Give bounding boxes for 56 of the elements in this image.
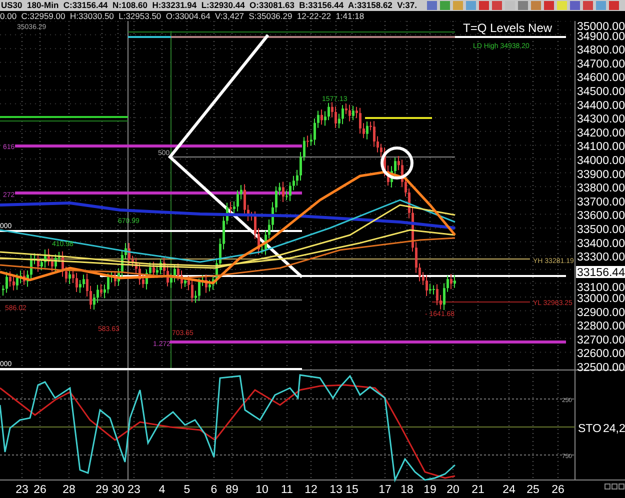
price-axis-label: 33000.00 [577, 293, 625, 305]
price-axis-label: 33600.00 [577, 210, 625, 222]
window-buttons-icon[interactable] [604, 484, 624, 490]
chart-title: T=Q Levels New [463, 21, 552, 35]
price-axis-label: 34800.00 [577, 44, 625, 57]
price-axis-label: 32600.00 [577, 348, 625, 360]
date-label: 24 [502, 484, 516, 496]
price-axis-label: 34600.00 [577, 72, 625, 84]
price-axis-label: 33800.00 [577, 182, 625, 195]
date-label: 13 [330, 484, 342, 496]
price-axis-label: 35000.00 [577, 21, 625, 33]
price-axis-label: 33500.00 [577, 224, 625, 236]
price-axis-label: 34300.00 [577, 114, 625, 126]
date-label: 12 [304, 484, 318, 496]
quote-summary: US30 180-Min C:33156.44 N:108.60 H:33231.94 L:32930.44 O:33081.63 B:33156.44 A:33158.62 V:37. [0, 0, 417, 11]
price-axis-label: 33700.00 [577, 196, 625, 208]
circle-marker [380, 146, 414, 180]
date-label: 23 [16, 484, 28, 496]
price-axis-label: 34900.00 [577, 30, 625, 43]
price-axis-label: 33900.00 [577, 168, 625, 181]
ohlc-readout: 0.00 C:32959.00 H:33030.50 L:32953.50 O:33004.64 V:3,427 S:35036.29 12-22-22 1:41:18 [0, 11, 366, 21]
indicator-value: 24,2 [603, 423, 625, 435]
date-label: 89 [226, 484, 238, 496]
price-axis-label: 33400.00 [577, 238, 625, 250]
price-axis-label: 34200.00 [577, 127, 625, 140]
current-price-tag: 33156.44 [576, 266, 625, 279]
date-label: 17 [378, 484, 392, 496]
date-label: 4 [158, 484, 166, 496]
date-label: 29 [96, 484, 108, 496]
price-axis-label: 32900.00 [577, 306, 625, 319]
date-label: 23 [128, 484, 140, 496]
date-label: 10 [256, 484, 268, 496]
date-label: 11 [281, 484, 293, 496]
price-axis-label: 32500.00 [577, 362, 625, 374]
date-label: 26 [34, 484, 46, 496]
date-label: 5 [184, 484, 190, 496]
date-label: 18 [400, 484, 414, 496]
price-axis-label: 34700.00 [577, 58, 625, 70]
date-label: 6 [210, 484, 218, 496]
indicator-name: STO [578, 423, 602, 435]
date-label: 15 [346, 484, 358, 496]
price-axis-label: 34500.00 [577, 86, 625, 98]
date-label: 26 [552, 484, 564, 496]
date-label: 21 [472, 484, 484, 496]
price-axis-label: 32700.00 [577, 334, 625, 346]
price-axis-label: 32800.00 [577, 320, 625, 333]
price-axis-label: 33100.00 [577, 282, 625, 294]
date-label: 28 [62, 484, 76, 496]
price-axis-label: 34000.00 [577, 155, 625, 167]
date-label: 19 [424, 484, 436, 496]
date-label: 30 [112, 484, 124, 496]
price-axis-label: 34100.00 [577, 141, 625, 154]
price-axis-label: 33300.00 [577, 252, 625, 264]
price-axis-label: 34400.00 [577, 100, 625, 112]
date-label: 25 [526, 484, 540, 496]
date-label: 20 [446, 484, 460, 496]
